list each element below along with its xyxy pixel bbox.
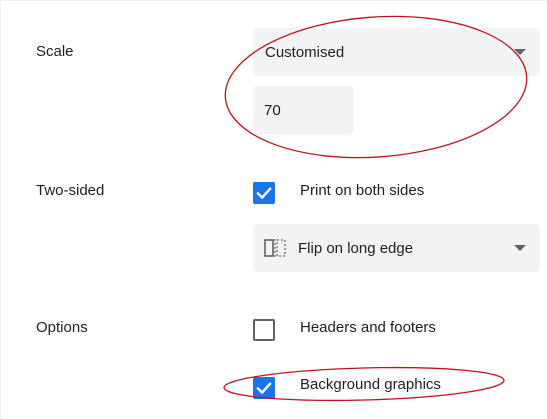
scale-select[interactable]: Customised (253, 28, 540, 76)
background-graphics-checkbox[interactable] (253, 377, 275, 399)
flip-select[interactable]: Flip on long edge (253, 224, 540, 272)
options-label: Options (36, 319, 88, 336)
scale-input[interactable]: 70 (253, 86, 354, 134)
two-sided-label: Two-sided (36, 182, 105, 199)
chevron-down-icon (514, 245, 526, 251)
chevron-down-icon (514, 49, 526, 55)
headers-footers-label: Headers and footers (300, 319, 436, 336)
flip-select-value: Flip on long edge (298, 239, 414, 257)
check-icon (256, 187, 272, 200)
scale-select-value: Customised (265, 43, 345, 61)
scale-label: Scale (36, 43, 74, 60)
print-both-sides-checkbox[interactable] (253, 182, 275, 204)
background-graphics-label: Background graphics (300, 376, 441, 393)
check-icon (256, 382, 272, 395)
headers-footers-checkbox[interactable] (253, 319, 275, 341)
print-settings-panel: Scale Customised 70 Two-sided Print on b… (0, 0, 547, 419)
flip-long-edge-icon (264, 239, 286, 257)
scale-input-value: 70 (264, 101, 281, 119)
print-both-sides-label: Print on both sides (300, 182, 425, 199)
